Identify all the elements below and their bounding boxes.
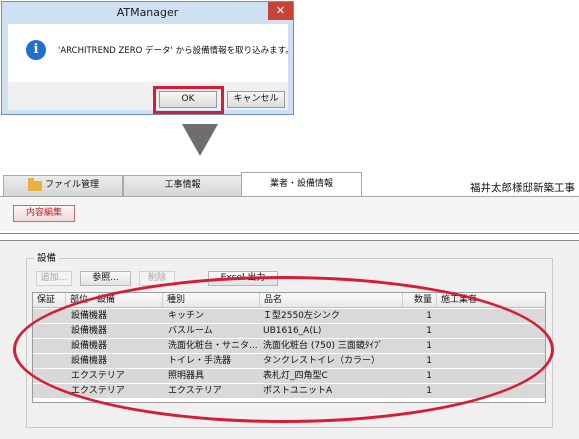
tab-construction-info[interactable]: 工事情報 <box>123 175 242 196</box>
reference-button[interactable]: 参照... <box>80 271 131 286</box>
tab-strip: ファイル管理 工事情報 業者・設備情報 福井太郎様邸新築工事 <box>0 170 579 197</box>
add-button[interactable]: 追加... <box>36 271 72 286</box>
import-dialog: ATManager ✕ i 'ARCHITREND ZERO データ' から設備… <box>1 1 294 115</box>
rows-highlight-ellipse <box>13 276 554 423</box>
info-icon: i <box>26 40 46 60</box>
tab-vendor-equipment-info[interactable]: 業者・設備情報 <box>241 172 362 197</box>
close-icon[interactable]: ✕ <box>268 2 293 20</box>
folder-icon <box>28 178 42 191</box>
section-break <box>0 233 579 241</box>
dialog-message: 'ARCHITREND ZERO データ' から設備情報を取り込みます。 <box>58 46 294 56</box>
dialog-body: i 'ARCHITREND ZERO データ' から設備情報を取り込みます。 <box>8 24 294 82</box>
project-title: 福井太郎様邸新築工事 <box>470 182 575 194</box>
column-header-warranty[interactable]: 保証 <box>33 293 66 308</box>
edit-content-button[interactable]: 内容編集 <box>13 205 75 222</box>
tab-label: 業者・設備情報 <box>269 179 333 189</box>
tab-file-management[interactable]: ファイル管理 <box>3 175 123 196</box>
down-arrow-icon <box>182 124 218 156</box>
dialog-titlebar: ATManager ✕ <box>2 2 293 24</box>
tab-label: 工事情報 <box>164 180 201 190</box>
equipment-group-label: 設備 <box>34 250 60 264</box>
cancel-button[interactable]: キャンセル <box>227 91 285 108</box>
dialog-title: ATManager <box>116 6 179 19</box>
ok-button[interactable]: OK <box>159 91 217 108</box>
toolbar-panel: 内容編集 <box>0 197 579 231</box>
app-window: ファイル管理 工事情報 業者・設備情報 福井太郎様邸新築工事 内容編集 設備 追… <box>0 170 579 439</box>
